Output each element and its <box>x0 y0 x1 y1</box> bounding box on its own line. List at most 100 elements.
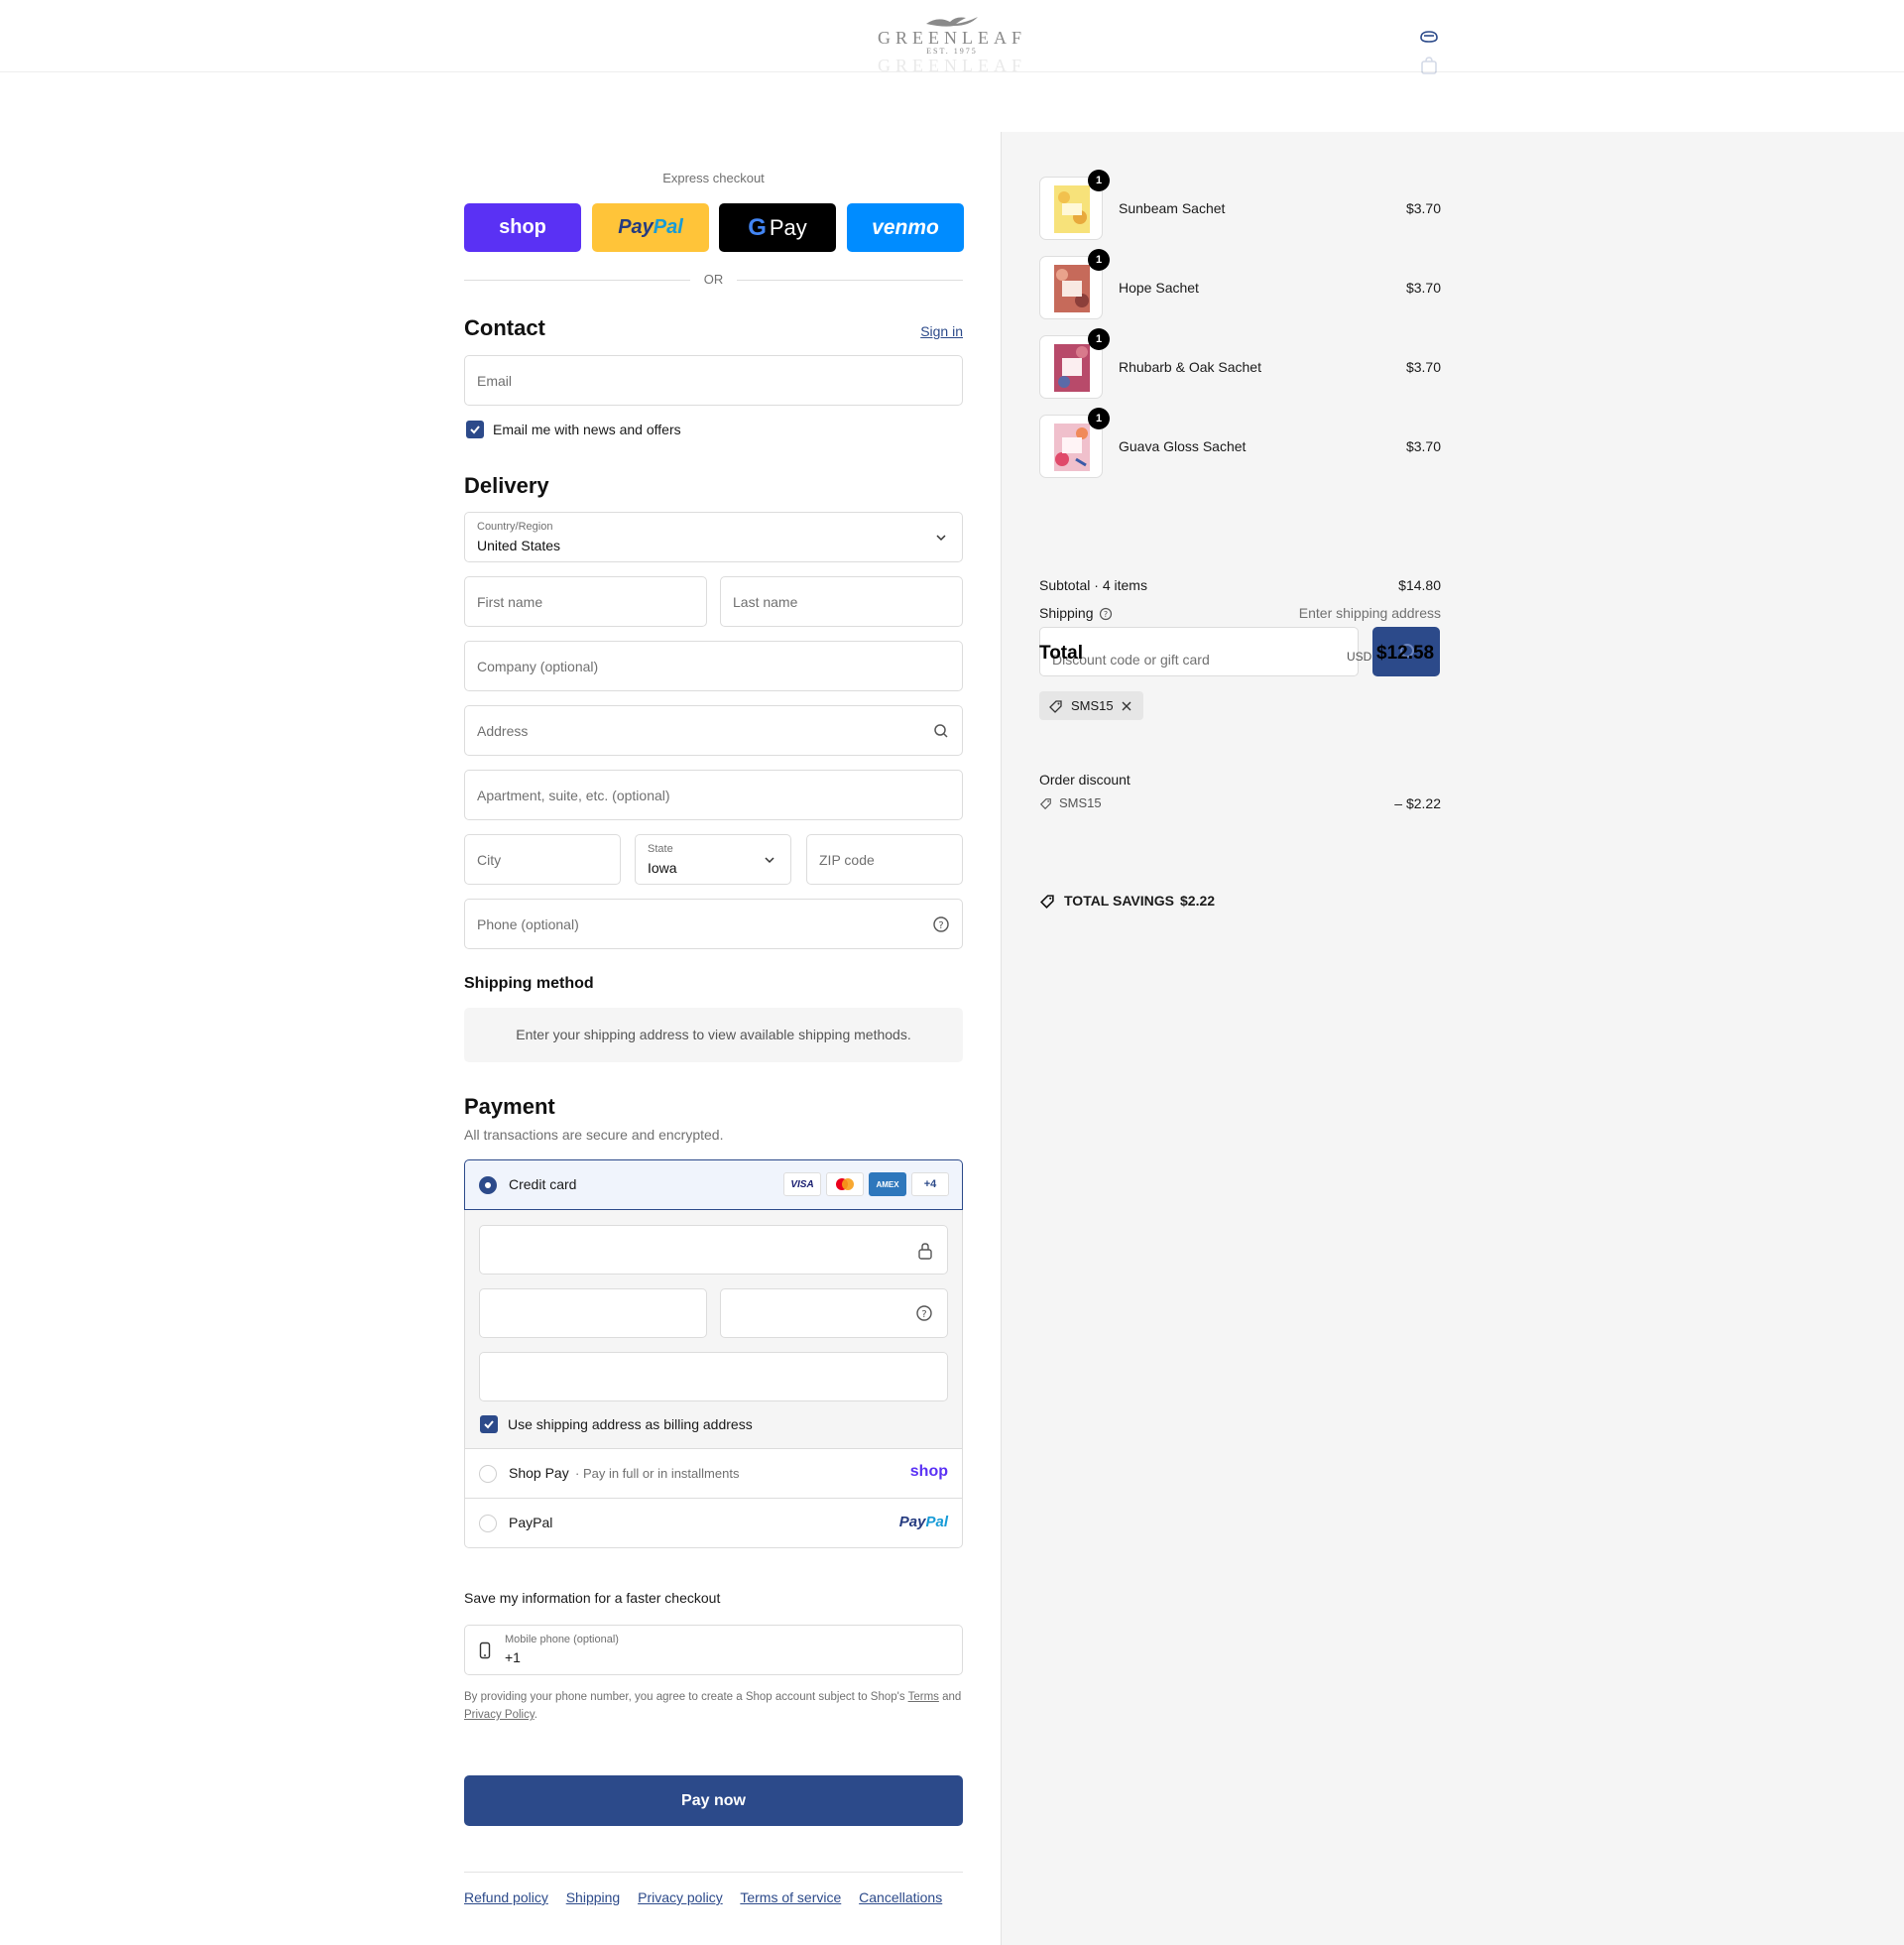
name-on-card-field[interactable] <box>479 1352 948 1401</box>
cancellations-link[interactable]: Cancellations <box>859 1889 942 1905</box>
subtotal-value: $14.80 <box>1398 577 1441 593</box>
google-pay-label: Pay <box>769 214 807 240</box>
svg-text:?: ? <box>921 1309 926 1320</box>
logo-ghost-echo: GREENLEAF <box>865 56 1039 76</box>
logo-ghost-wordmark: GREENLEAF <box>878 56 1026 75</box>
terms-link[interactable]: Terms <box>908 1691 939 1703</box>
apartment-field[interactable]: Apartment, suite, etc. (optional) <box>464 770 963 820</box>
paypal-option[interactable]: PayPal PayPal <box>464 1499 963 1548</box>
venmo-express-button[interactable]: venmo <box>847 203 964 252</box>
quantity-badge: 1 <box>1088 408 1110 429</box>
privacy-policy-link[interactable]: Privacy Policy <box>464 1709 535 1721</box>
credit-card-label: Credit card <box>509 1176 577 1192</box>
line-item: 1 Hope Sachet $3.70 <box>1039 249 1441 319</box>
or-divider: OR <box>464 270 963 290</box>
company-placeholder: Company (optional) <box>477 659 599 674</box>
expiry-field[interactable] <box>479 1288 707 1338</box>
privacy-policy-link[interactable]: Privacy policy <box>638 1889 723 1905</box>
quantity-badge: 1 <box>1088 328 1110 350</box>
company-field[interactable]: Company (optional) <box>464 641 963 691</box>
mobile-phone-field[interactable]: Mobile phone (optional) +1 <box>464 1625 963 1675</box>
delivery-heading: Delivery <box>464 473 549 498</box>
security-code-field[interactable]: ? <box>720 1288 948 1338</box>
contact-heading: Contact <box>464 315 545 340</box>
line-item: 1 Guava Gloss Sachet $3.70 <box>1039 408 1441 478</box>
checkmark-icon <box>470 425 480 434</box>
tag-icon <box>1049 700 1062 713</box>
mobile-phone-label: Mobile phone (optional) <box>505 1634 619 1645</box>
product-name: Guava Gloss Sachet <box>1119 438 1247 454</box>
chevron-down-icon <box>765 857 774 864</box>
shipping-label: Shipping <box>1039 605 1094 621</box>
shop-pay-express-button[interactable]: shop <box>464 203 581 252</box>
shipping-link[interactable]: Shipping <box>566 1889 621 1905</box>
last-name-field[interactable]: Last name <box>720 576 963 627</box>
shop-pay-option[interactable]: Shop Pay · Pay in full or in installment… <box>464 1449 963 1499</box>
billing-same-label: Use shipping address as billing address <box>508 1416 753 1432</box>
google-g-icon: G <box>748 213 767 241</box>
product-name: Rhubarb & Oak Sachet <box>1119 359 1261 375</box>
order-discount-code: SMS15 <box>1059 795 1102 810</box>
credit-card-option[interactable]: Credit card VISA AMEX +4 <box>464 1159 963 1210</box>
zip-placeholder: ZIP code <box>819 852 875 868</box>
quantity-badge: 1 <box>1088 249 1110 271</box>
shipping-method-heading: Shipping method <box>464 975 594 992</box>
svg-text:?: ? <box>1104 610 1108 619</box>
total-value: $12.58 <box>1376 643 1435 664</box>
zip-field[interactable]: ZIP code <box>806 834 963 885</box>
payment-subtitle: All transactions are secure and encrypte… <box>464 1127 724 1143</box>
discount-code-field[interactable]: Discount code or gift card <box>1039 627 1359 676</box>
terms-of-service-link[interactable]: Terms of service <box>740 1889 841 1905</box>
first-name-field[interactable]: First name <box>464 576 707 627</box>
line-item: 1 Rhubarb & Oak Sachet $3.70 <box>1039 328 1441 399</box>
site-header: GREENLEAF EST. 1975 GREENLEAF <box>0 0 1904 75</box>
mastercard-icon <box>826 1172 864 1196</box>
billing-same-checkbox[interactable] <box>480 1415 498 1433</box>
applied-discount-chip: SMS15 <box>1039 691 1143 720</box>
sign-in-link[interactable]: Sign in <box>920 323 963 339</box>
brand-logo[interactable]: GREENLEAF EST. 1975 <box>865 14 1039 56</box>
paypal-logo-pal: Pal <box>653 216 683 238</box>
mobile-phone-value: +1 <box>505 1649 521 1665</box>
shop-pay-radio[interactable] <box>479 1465 497 1483</box>
country-select[interactable]: Country/Region United States <box>464 512 963 562</box>
last-name-placeholder: Last name <box>733 594 798 610</box>
country-value: United States <box>477 538 561 553</box>
pay-now-button[interactable]: Pay now <box>464 1775 963 1826</box>
paypal-express-button[interactable]: Pay Pal <box>592 203 709 252</box>
total-currency: USD <box>1347 650 1372 664</box>
bag-icon[interactable] <box>1418 55 1440 76</box>
phone-field[interactable]: Phone (optional) ? <box>464 899 963 949</box>
credit-card-radio[interactable] <box>479 1176 497 1194</box>
google-pay-express-button[interactable]: G Pay <box>719 203 836 252</box>
product-price: $3.70 <box>1405 200 1441 216</box>
paypal-radio[interactable] <box>479 1515 497 1532</box>
more-cards-badge: +4 <box>911 1172 949 1196</box>
help-circle-icon[interactable]: ? <box>1099 607 1113 621</box>
state-select[interactable]: State Iowa <box>635 834 791 885</box>
state-label: State <box>648 843 673 855</box>
product-name: Hope Sachet <box>1119 280 1199 296</box>
total-savings-value: $2.22 <box>1180 893 1216 909</box>
address-field[interactable]: Address <box>464 705 963 756</box>
product-name: Sunbeam Sachet <box>1119 200 1226 216</box>
email-field[interactable]: Email <box>464 355 963 406</box>
subtotal-row: Subtotal · 4 items $14.80 <box>1039 577 1441 593</box>
payment-heading: Payment <box>464 1094 555 1119</box>
refund-policy-link[interactable]: Refund policy <box>464 1889 548 1905</box>
account-icon[interactable] <box>1418 26 1440 48</box>
card-number-field[interactable] <box>479 1225 948 1275</box>
quantity-badge: 1 <box>1088 170 1110 191</box>
apartment-placeholder: Apartment, suite, etc. (optional) <box>477 788 670 803</box>
newsletter-checkbox[interactable] <box>466 421 484 438</box>
help-circle-icon[interactable]: ? <box>915 1304 933 1322</box>
order-discount-label: Order discount <box>1039 772 1130 788</box>
help-circle-icon[interactable]: ? <box>932 915 950 933</box>
shipping-row: Shipping ? Enter shipping address <box>1039 605 1441 621</box>
order-discount-value: – $2.22 <box>1394 795 1441 811</box>
shop-pay-logo: shop <box>499 216 546 238</box>
close-icon[interactable] <box>1121 700 1132 712</box>
product-price: $3.70 <box>1405 280 1441 296</box>
city-field[interactable]: City <box>464 834 621 885</box>
shop-pay-logo: shop <box>909 1463 948 1480</box>
